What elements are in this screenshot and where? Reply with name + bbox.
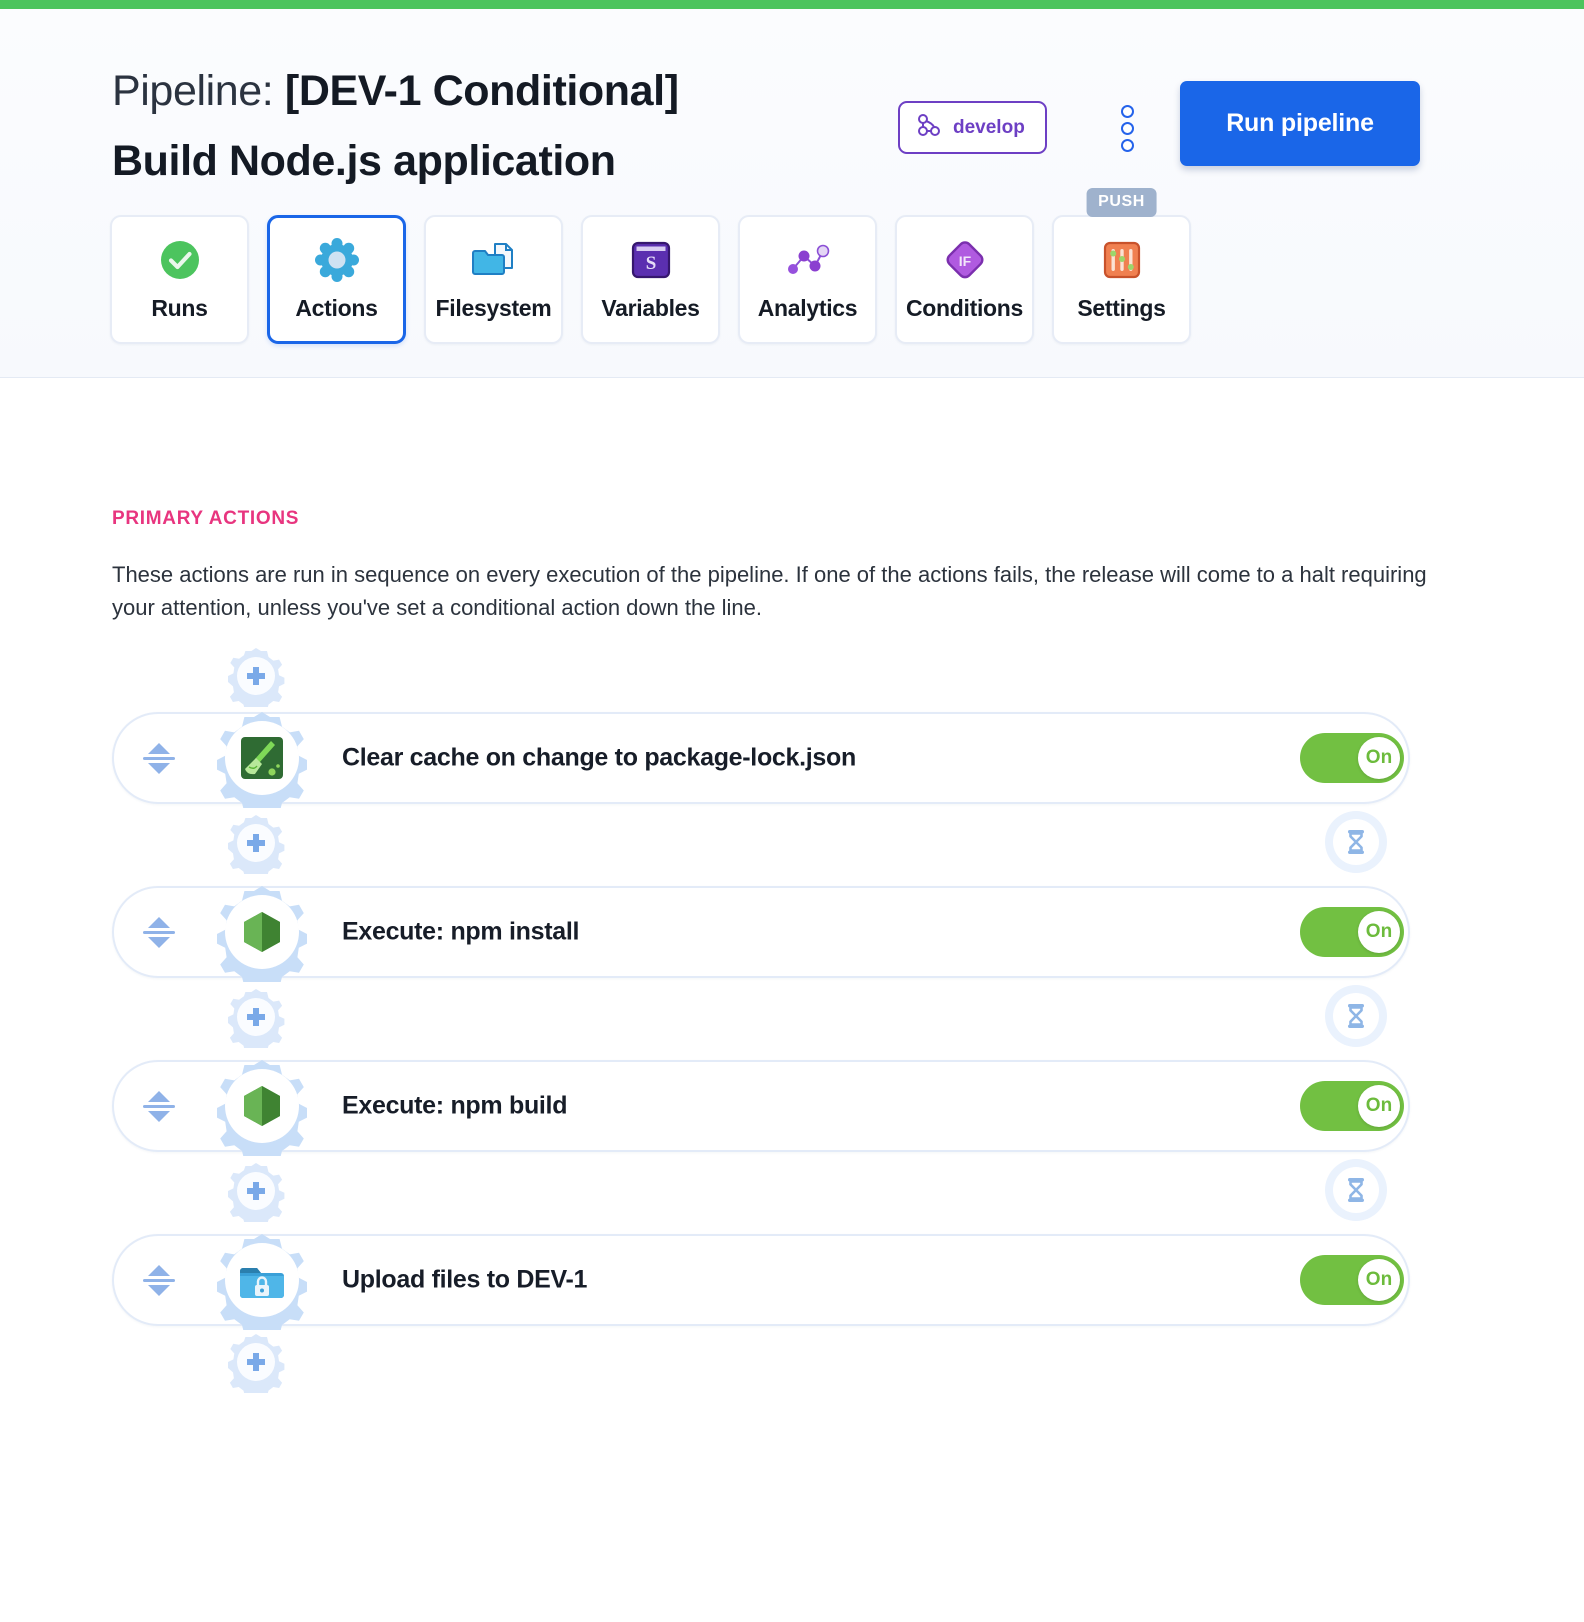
tab-actions-label: Actions (295, 295, 378, 321)
tab-variables[interactable]: S Variables (581, 215, 720, 344)
action-toggle-label: On (1358, 1085, 1400, 1127)
between-actions-strip (112, 983, 1422, 1055)
nodejs-icon (225, 1069, 299, 1143)
action-toggle[interactable]: On (1300, 1081, 1404, 1131)
if-diamond-icon: IF (942, 237, 988, 283)
branch-icon (916, 113, 942, 142)
tab-analytics[interactable]: Analytics (738, 215, 877, 344)
tab-runs-label: Runs (151, 295, 208, 321)
page-title: Pipeline: [DEV-1 Conditional] Build Node… (112, 57, 892, 196)
drag-updown-icon[interactable] (142, 1084, 176, 1128)
action-toggle[interactable]: On (1300, 733, 1404, 783)
dollar-window-icon: S (628, 237, 674, 283)
hourglass-icon (1333, 993, 1379, 1039)
branch-label: develop (953, 116, 1025, 138)
action-title: Upload files to DEV-1 (342, 1265, 588, 1294)
tab-actions[interactable]: Actions (267, 215, 406, 344)
sliders-icon (1099, 237, 1145, 283)
tab-conditions-label: Conditions (905, 295, 1024, 321)
drag-updown-icon[interactable] (142, 910, 176, 954)
tab-bar: Runs Actions Filesystem S Variables Anal… (110, 188, 1191, 344)
action-row[interactable]: Execute: npm build On (112, 1060, 1422, 1156)
hourglass-icon (1333, 1167, 1379, 1213)
svg-text:IF: IF (958, 253, 971, 269)
svg-text:S: S (645, 253, 656, 274)
section-description: These actions are run in sequence on eve… (112, 562, 1427, 621)
tab-settings[interactable]: PUSH Settings (1052, 188, 1191, 344)
page-title-prefix: Pipeline: (112, 67, 285, 115)
action-icon-cog (212, 1230, 312, 1330)
gear-plus-icon[interactable] (225, 986, 287, 1048)
action-toggle[interactable]: On (1300, 1255, 1404, 1305)
tab-filesystem-label: Filesystem (435, 295, 552, 321)
action-toggle-label: On (1358, 737, 1400, 779)
nodejs-icon (225, 895, 299, 969)
top-status-bar (0, 0, 1584, 9)
tab-analytics-label: Analytics (757, 295, 858, 321)
section-label-primary-actions: PRIMARY ACTIONS (112, 508, 300, 529)
more-options-icon[interactable] (1112, 100, 1142, 156)
branch-selector[interactable]: develop (898, 101, 1047, 154)
gear-flower-icon (314, 237, 360, 283)
run-pipeline-button[interactable]: Run pipeline (1180, 81, 1420, 166)
tab-variables-label: Variables (601, 295, 700, 321)
action-title: Clear cache on change to package-lock.js… (342, 743, 856, 772)
action-delay-button[interactable] (1325, 811, 1387, 873)
folder-lock-icon (225, 1243, 299, 1317)
action-toggle-label: On (1358, 1259, 1400, 1301)
gear-plus-icon[interactable] (225, 1331, 287, 1393)
action-title: Execute: npm install (342, 917, 580, 946)
action-toggle-label: On (1358, 911, 1400, 953)
folder-file-icon (471, 237, 517, 283)
check-circle-icon (157, 237, 203, 283)
action-row[interactable]: Clear cache on change to package-lock.js… (112, 712, 1422, 808)
tab-conditions[interactable]: IF Conditions (895, 215, 1034, 344)
gear-plus-icon[interactable] (225, 812, 287, 874)
action-delay-button[interactable] (1325, 985, 1387, 1047)
between-actions-strip (112, 809, 1422, 881)
action-row[interactable]: Execute: npm install On (112, 886, 1422, 982)
action-toggle[interactable]: On (1300, 907, 1404, 957)
status-badge: PUSH (1086, 188, 1157, 217)
gear-plus-icon[interactable] (225, 1160, 287, 1222)
action-row[interactable]: Upload files to DEV-1 On (112, 1234, 1422, 1330)
tab-filesystem[interactable]: Filesystem (424, 215, 563, 344)
tab-runs[interactable]: Runs (110, 215, 249, 344)
broom-icon (225, 721, 299, 795)
action-delay-button[interactable] (1325, 1159, 1387, 1221)
page-header: Pipeline: [DEV-1 Conditional] Build Node… (0, 9, 1584, 378)
hourglass-icon (1333, 819, 1379, 865)
between-actions-strip (112, 1157, 1422, 1229)
action-icon-cog (212, 1056, 312, 1156)
page-title-pipeline-name: [DEV-1 Conditional] (284, 67, 679, 115)
page-title-subtitle: Build Node.js application (112, 136, 616, 185)
action-icon-cog (212, 882, 312, 982)
action-title: Execute: npm build (342, 1091, 568, 1120)
pipeline-page: Pipeline: [DEV-1 Conditional] Build Node… (0, 0, 1584, 1622)
drag-updown-icon[interactable] (142, 736, 176, 780)
drag-updown-icon[interactable] (142, 1258, 176, 1302)
action-icon-cog (212, 708, 312, 808)
primary-actions-list: Clear cache on change to package-lock.js… (112, 645, 1422, 1393)
gear-plus-icon[interactable] (225, 645, 287, 707)
graph-nodes-icon (785, 237, 831, 283)
tab-settings-label: Settings (1077, 295, 1166, 321)
